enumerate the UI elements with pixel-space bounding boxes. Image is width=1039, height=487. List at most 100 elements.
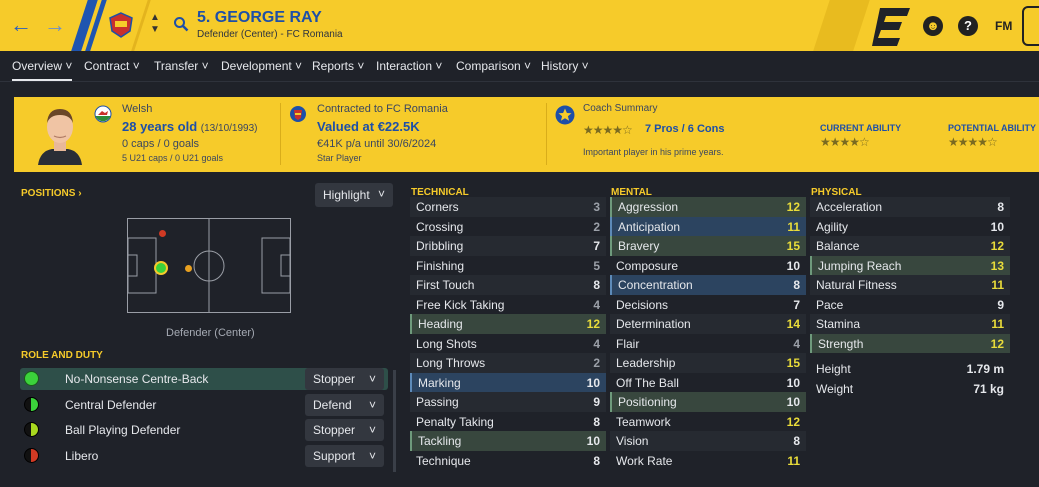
player-photo <box>38 109 82 165</box>
duty-dropdown[interactable]: Stopper ˅ <box>305 368 384 390</box>
contract-club: Contracted to FC Romania <box>317 103 448 115</box>
current-ability-label: CURRENT ABILITY <box>820 123 902 133</box>
attribute-row[interactable]: Off The Ball 10 <box>610 373 806 393</box>
coach-summary-title: Coach Summary <box>583 103 658 114</box>
attribute-row[interactable]: Leadership 15 <box>610 353 806 373</box>
attribute-row[interactable]: Dribbling 7 <box>410 236 606 256</box>
back-arrow-icon[interactable]: ← <box>10 12 32 38</box>
attribute-row[interactable]: Natural Fitness 11 <box>810 275 1010 295</box>
attribute-row[interactable]: Corners 3 <box>410 197 606 217</box>
duty-dropdown[interactable]: Support ˅ <box>305 445 384 467</box>
attribute-row[interactable]: Long Throws 2 <box>410 353 606 373</box>
roles-scrollbar[interactable] <box>393 370 396 472</box>
physical-attributes: Acceleration 8 Agility 10 Balance 12 Jumpin… <box>810 197 1010 398</box>
attribute-row[interactable]: Balance 12 <box>810 236 1010 256</box>
role-row[interactable]: Ball Playing Defender Stopper ˅ <box>20 419 388 441</box>
attribute-row-key[interactable]: Heading 12 <box>410 314 606 334</box>
attribute-row-key[interactable]: Tackling 10 <box>410 431 606 451</box>
positions-header[interactable]: POSITIONS › <box>21 188 82 199</box>
highlight-dropdown[interactable]: Highlight ˅ <box>315 183 393 207</box>
attribute-row-key[interactable]: Anticipation 11 <box>610 216 806 236</box>
attribute-row[interactable]: Passing 9 <box>410 392 606 412</box>
mental-attributes: Aggression 12 Anticipation 11 Bravery 15 Co… <box>610 197 806 470</box>
attribute-row[interactable]: Decisions 7 <box>610 295 806 315</box>
attribute-row[interactable]: Stamina 11 <box>810 314 1010 334</box>
club-badge-icon <box>290 106 306 122</box>
role-duty-header: ROLE AND DUTY <box>21 350 103 361</box>
duty-dropdown[interactable]: Stopper ˅ <box>305 419 384 441</box>
header-stripe <box>807 0 873 51</box>
role-name: Ball Playing Defender <box>65 423 181 437</box>
current-ability-stars: ★★★★☆ <box>820 135 870 149</box>
tab-history[interactable]: History ˅ <box>541 59 589 73</box>
role-suitability-icon <box>24 397 39 412</box>
role-row[interactable]: Central Defender Defend ˅ <box>20 394 388 416</box>
tab-overview[interactable]: Overview ˅ <box>12 59 73 81</box>
attribute-row[interactable]: First Touch 8 <box>410 275 606 295</box>
fm-menu-button[interactable]: FM <box>995 19 1012 33</box>
tab-development[interactable]: Development ˅ <box>221 59 302 73</box>
tab-interaction[interactable]: Interaction ˅ <box>376 59 442 73</box>
duty-dropdown[interactable]: Defend ˅ <box>305 394 384 416</box>
attribute-row[interactable]: Agility 10 <box>810 217 1010 237</box>
attribute-row[interactable]: Crossing 2 <box>410 217 606 237</box>
role-row[interactable]: Libero Support ˅ <box>20 445 388 467</box>
position-label: Defender (Center) <box>166 327 255 339</box>
player-switch-icon[interactable]: ▲ ▼ <box>150 12 160 36</box>
attribute-row[interactable]: Technique 8 <box>410 451 606 471</box>
player-value: Valued at €22.5K <box>317 119 420 134</box>
nationality: Welsh <box>122 103 153 115</box>
attribute-row[interactable]: Free Kick Taking 4 <box>410 295 606 315</box>
player-name: 5. GEORGE RAY <box>197 9 322 26</box>
help-icon[interactable]: ? <box>958 16 978 36</box>
continue-button[interactable] <box>1022 6 1039 46</box>
social-icon[interactable]: ☻ <box>923 16 943 36</box>
tab-reports[interactable]: Reports ˅ <box>312 59 364 73</box>
role-name: No-Nonsense Centre-Back <box>65 372 209 386</box>
potential-ability-stars: ★★★★☆ <box>948 135 998 149</box>
attribute-row[interactable]: Work Rate 11 <box>610 451 806 471</box>
attribute-row[interactable]: Pace 9 <box>810 295 1010 315</box>
player-age: 28 years old (13/10/1993) <box>122 119 258 134</box>
tab-comparison[interactable]: Comparison ˅ <box>456 59 531 73</box>
squad-status: Star Player <box>317 153 362 163</box>
attribute-row[interactable]: Acceleration 8 <box>810 197 1010 217</box>
attribute-row-key[interactable]: Bravery 15 <box>610 236 806 256</box>
attribute-row[interactable]: Flair 4 <box>610 334 806 354</box>
attribute-row-key[interactable]: Aggression 12 <box>610 197 806 217</box>
tab-transfer[interactable]: Transfer ˅ <box>154 59 209 73</box>
role-suitability-icon <box>24 422 39 437</box>
tab-contract[interactable]: Contract ˅ <box>84 59 140 73</box>
search-icon[interactable] <box>173 16 189 32</box>
tab-bar: Overview ˅ Contract ˅ Transfer ˅ Develop… <box>0 51 1039 82</box>
fm-logo-icon <box>872 8 910 46</box>
role-name: Central Defender <box>65 398 157 412</box>
attribute-row[interactable]: Vision 8 <box>610 431 806 451</box>
club-badge-icon[interactable] <box>108 12 134 38</box>
positions-pitch <box>127 218 291 313</box>
attribute-row-key[interactable]: Concentration 8 <box>610 275 806 295</box>
coach-rating-stars: ★★★★☆ <box>583 123 633 137</box>
position-marker-weak <box>159 230 166 237</box>
attribute-row[interactable]: Long Shots 4 <box>410 334 606 354</box>
role-suitability-icon <box>24 448 39 463</box>
attribute-row-key[interactable]: Positioning 10 <box>610 392 806 412</box>
role-row[interactable]: No-Nonsense Centre-Back Stopper ˅ <box>20 368 388 390</box>
attribute-row[interactable]: Finishing 5 <box>410 256 606 276</box>
attribute-row-key[interactable]: Marking 10 <box>410 372 606 392</box>
forward-arrow-icon[interactable]: → <box>44 12 66 38</box>
coach-note: Important player in his prime years. <box>583 147 724 157</box>
potential-ability-label: POTENTIAL ABILITY <box>948 123 1037 133</box>
role-suitability-icon <box>24 371 39 386</box>
player-profile-screen: { "header": { "title": "5. GEORGE RAY", … <box>0 0 1039 487</box>
attribute-row-key[interactable]: Jumping Reach 13 <box>810 255 1010 275</box>
attribute-row[interactable]: Composure 10 <box>610 256 806 276</box>
attribute-row[interactable]: Teamwork 12 <box>610 412 806 432</box>
attribute-row[interactable]: Determination 14 <box>610 314 806 334</box>
header-bar: ← → ▲ ▼ 5. GEORGE RAY Defender (Center) -… <box>0 0 1039 51</box>
role-name: Libero <box>65 449 99 463</box>
international-caps: 0 caps / 0 goals <box>122 138 200 150</box>
attribute-row-key[interactable]: Strength 12 <box>810 333 1010 353</box>
attribute-row[interactable]: Penalty Taking 8 <box>410 412 606 432</box>
weight-row: Weight 71 kg <box>816 381 1004 396</box>
